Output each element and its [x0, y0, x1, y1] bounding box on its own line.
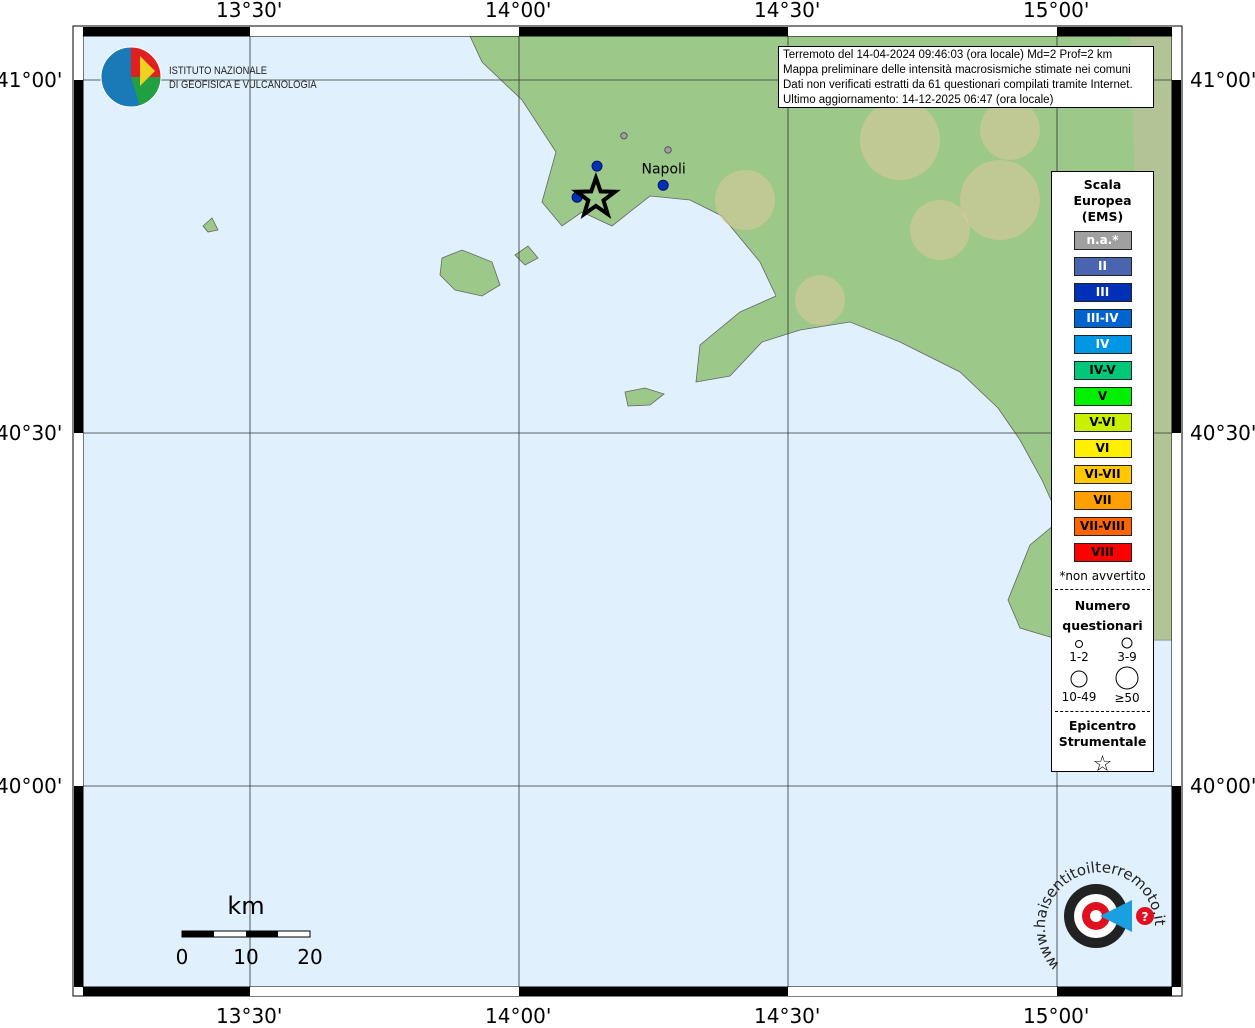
svg-text:?: ? [1142, 910, 1149, 924]
lon-label: 14°00' [485, 1004, 552, 1028]
intensity-point[interactable] [664, 146, 672, 154]
svg-text:3-9: 3-9 [1117, 650, 1137, 664]
legend-swatch: VI [1073, 439, 1132, 458]
legend-swatch: II [1073, 257, 1132, 276]
legend-swatch: III-IV [1073, 309, 1132, 328]
lat-label: 41°00' [0, 68, 63, 92]
lat-label: 40°30' [0, 421, 63, 445]
event-info-box: Terremoto del 14-04-2024 09:46:03 (ora l… [778, 46, 1154, 108]
star-icon: ☆ [1092, 752, 1113, 777]
questionari-sizes: 1-2 3-9 10-49 ≥50 [1061, 637, 1139, 705]
lon-label: 14°00' [485, 0, 552, 22]
legend: Scala Europea (EMS) n.a.* II III III-IV IV IV-V… [1051, 171, 1154, 777]
lon-label: 14°30' [754, 0, 821, 22]
epicentro-title: Epicentro Strumentale [1058, 718, 1147, 749]
questionari-title: Numero questionari [1062, 598, 1143, 633]
intensity-point[interactable] [620, 132, 628, 140]
lon-label: 13°30' [216, 0, 283, 22]
svg-text:≥50: ≥50 [1114, 691, 1139, 705]
info-line: Ultimo aggiornamento: 14-12-2025 06:47 (… [783, 94, 1054, 106]
legend-title: Scala Europea (EMS) [1073, 177, 1132, 224]
intensity-point[interactable] [657, 179, 669, 191]
lat-label: 40°30' [1190, 421, 1255, 445]
legend-swatch: III [1073, 283, 1132, 302]
scale-tick: 0 [176, 945, 189, 969]
relief [980, 100, 1040, 160]
lat-label: 41°00' [1190, 68, 1255, 92]
legend-swatch: VI-VII [1073, 465, 1132, 484]
legend-swatch: n.a.* [1073, 231, 1132, 250]
scale-tick: 20 [297, 945, 322, 969]
info-line: Terremoto del 14-04-2024 09:46:03 (ora l… [783, 49, 1113, 61]
lat-label: 40°00' [1190, 774, 1255, 798]
lon-label: 15°00' [1023, 1004, 1090, 1028]
legend-swatch: V-VI [1073, 413, 1132, 432]
legend-swatch: VII-VIII [1073, 517, 1132, 536]
info-line: Dati non verificati estratti da 61 quest… [783, 79, 1133, 91]
legend-swatch: V [1073, 387, 1132, 406]
lat-label: 40°00' [0, 774, 63, 798]
intensity-point[interactable] [591, 160, 603, 172]
relief [910, 200, 970, 260]
lon-label: 14°30' [754, 1004, 821, 1028]
scale-unit: km [227, 892, 264, 920]
legend-swatch: IV-V [1073, 361, 1132, 380]
lon-label: 15°00' [1023, 0, 1090, 22]
legend-swatch: VII [1073, 491, 1132, 510]
ingv-logo [100, 46, 164, 114]
relief [860, 100, 940, 180]
legend-note: *non avvertito [1059, 569, 1146, 583]
ingv-name: ISTITUTO NAZIONALE DI GEOFISICA E VULCANO… [169, 65, 317, 91]
info-line: Mappa preliminare delle intensità macros… [783, 64, 1131, 76]
relief [960, 160, 1040, 240]
relief [795, 275, 845, 325]
legend-swatch: VIII [1073, 543, 1132, 562]
place-label: Napoli [642, 161, 686, 177]
scale-tick: 10 [233, 945, 258, 969]
relief [715, 170, 775, 230]
legend-swatch: IV [1073, 335, 1132, 354]
svg-text:10-49: 10-49 [1061, 690, 1096, 704]
lon-label: 13°30' [216, 1004, 283, 1028]
svg-text:1-2: 1-2 [1069, 650, 1089, 664]
